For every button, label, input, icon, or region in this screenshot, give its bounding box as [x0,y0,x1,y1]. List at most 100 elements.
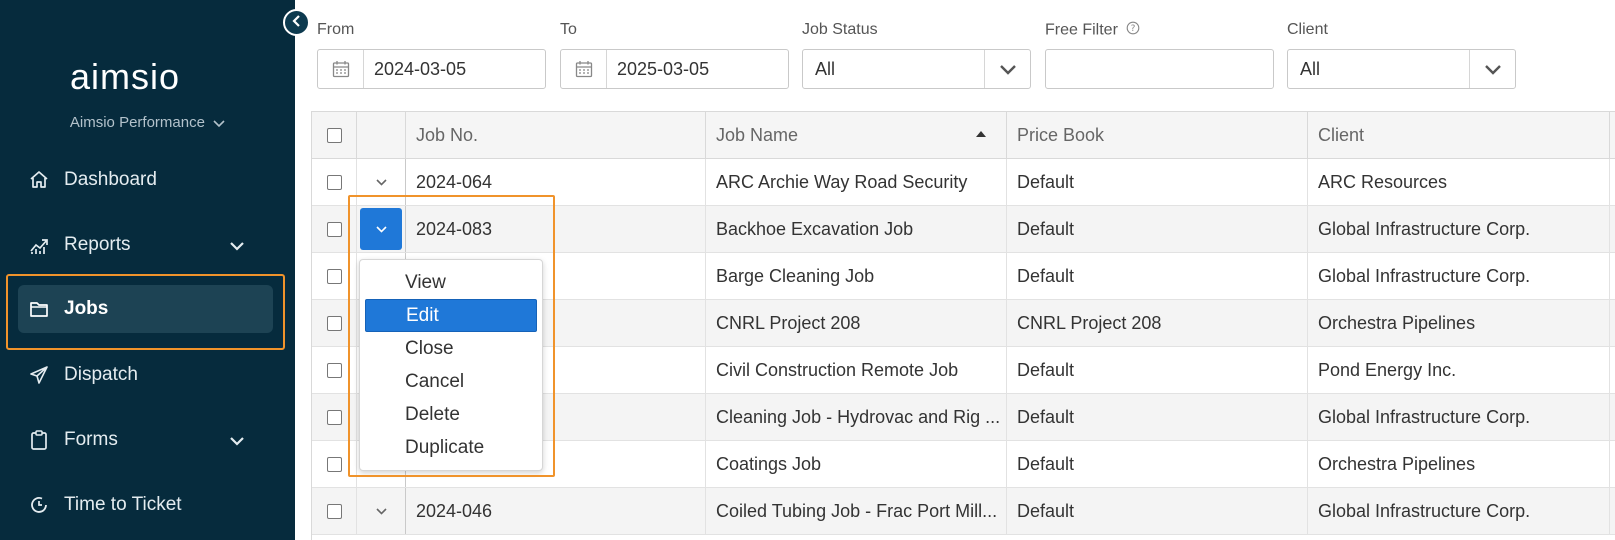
column-header-price-book[interactable]: Price Book [1007,112,1308,158]
help-icon[interactable]: ? [1126,21,1140,40]
row-check-cell [312,488,357,534]
price-book-cell: Default [1007,206,1308,252]
sidebar-item-dispatch[interactable]: Dispatch [18,351,273,399]
client-cell: Pond Energy Inc. [1308,347,1610,393]
sidebar-item-time-to-ticket[interactable]: Time to Ticket [18,481,273,529]
clipboard-icon [28,429,50,451]
column-header-job-no[interactable]: Job No. [406,112,706,158]
column-header-client[interactable]: Client [1308,112,1610,158]
row-action-button[interactable] [360,161,402,203]
sidebar-item-reports[interactable]: Reports [18,221,273,269]
table-header-row: Job No. Job Name Price Book Client [312,112,1615,159]
price-book-cell: Default [1007,441,1308,487]
sidebar-item-label: Forms [64,429,118,450]
job-name-cell: ARC Archie Way Road Security [706,159,1007,205]
menu-item-duplicate[interactable]: Duplicate [365,431,537,464]
chevron-left-icon [291,14,302,32]
to-label: To [560,21,577,38]
menu-item-view[interactable]: View [365,266,537,299]
row-check-cell [312,206,357,252]
row-checkbox[interactable] [326,174,342,190]
row-checkbox[interactable] [326,362,342,378]
price-book-cell: Default [1007,159,1308,205]
org-selector[interactable]: Aimsio Performance [0,114,295,132]
row-action-button[interactable] [360,490,402,532]
price-book-cell: Default [1007,488,1308,534]
price-book-cell: Default [1007,394,1308,440]
sidebar-item-label: Time to Ticket [64,494,182,515]
menu-item-close[interactable]: Close [365,332,537,365]
calendar-icon[interactable] [318,50,364,88]
job-no-cell: 2024-064 [406,159,706,205]
job-status-label: Job Status [802,21,878,38]
job-no-cell: 2024-083 [406,206,706,252]
sidebar-item-label: Dispatch [64,364,138,385]
row-checkbox[interactable] [326,503,342,519]
sidebar-item-dashboard[interactable]: Dashboard [18,156,273,204]
sidebar-collapse-button[interactable] [283,9,310,36]
row-check-cell [312,441,357,487]
client-cell: Orchestra Pipelines [1308,441,1610,487]
job-name-cell: Cleaning Job - Hydrovac and Rig ... [706,394,1007,440]
sidebar-item-label: Reports [64,234,131,255]
job-status-select[interactable]: All [802,49,1031,89]
sidebar-item-label: Dashboard [64,169,157,190]
row-checkbox[interactable] [326,221,342,237]
folder-icon [28,298,50,320]
time-icon [28,494,50,516]
chevron-down-icon [229,235,245,257]
org-name: Aimsio Performance [69,114,205,131]
sidebar-item-label: Jobs [64,298,109,319]
row-action-button[interactable] [360,208,402,250]
chevron-down-icon [229,430,245,452]
job-status-value: All [815,58,836,79]
sidebar-item-forms[interactable]: Forms [18,416,273,464]
from-label: From [317,21,355,38]
chevron-down-icon[interactable] [1469,50,1515,88]
menu-item-delete[interactable]: Delete [365,398,537,431]
job-no-cell: 2024-046 [406,488,706,534]
row-checkbox[interactable] [326,268,342,284]
client-cell: Global Infrastructure Corp. [1308,488,1610,534]
table-row[interactable]: 2024-046 Coiled Tubing Job - Frac Port M… [312,488,1615,535]
client-cell: Global Infrastructure Corp. [1308,253,1610,299]
menu-item-edit[interactable]: Edit [365,299,537,332]
job-name-cell: Coatings Job [706,441,1007,487]
row-check-cell [312,347,357,393]
row-checkbox[interactable] [326,409,342,425]
client-select[interactable]: All [1287,49,1516,89]
column-header-job-name[interactable]: Job Name [706,112,1007,158]
actions-header [357,112,406,158]
select-all-cell [312,112,357,158]
row-checkbox[interactable] [326,315,342,331]
free-filter-label-text: Free Filter [1045,21,1118,39]
app-logo: aimsio [70,56,181,97]
client-label: Client [1287,21,1328,38]
job-name-cell: Coiled Tubing Job - Frac Port Mill... [706,488,1007,534]
table-row[interactable]: 2024-064 ARC Archie Way Road Security De… [312,159,1615,206]
chevron-down-icon [375,178,387,186]
chevron-down-icon [375,507,387,515]
row-check-cell [312,159,357,205]
job-name-cell: Backhoe Excavation Job [706,206,1007,252]
from-date-field[interactable]: 2024-03-05 [317,49,546,89]
job-name-cell: Barge Cleaning Job [706,253,1007,299]
to-date-field[interactable]: 2025-03-05 [560,49,789,89]
price-book-cell: Default [1007,347,1308,393]
menu-item-cancel[interactable]: Cancel [365,365,537,398]
price-book-cell: Default [1007,253,1308,299]
sidebar-item-jobs[interactable]: Jobs [18,285,273,333]
chevron-down-icon [213,115,225,132]
free-filter-input[interactable] [1045,49,1274,89]
row-checkbox[interactable] [326,456,342,472]
job-name-cell: Civil Construction Remote Job [706,347,1007,393]
select-all-checkbox[interactable] [326,127,342,143]
row-action-cell [357,488,406,534]
row-action-cell [357,159,406,205]
table-row[interactable]: 2024-083 Backhoe Excavation Job Default … [312,206,1615,253]
home-icon [28,169,50,191]
calendar-icon[interactable] [561,50,607,88]
chevron-down-icon [375,225,387,233]
sidebar: aimsio Aimsio Performance Dashboard Repo… [0,0,295,540]
chevron-down-icon[interactable] [984,50,1030,88]
